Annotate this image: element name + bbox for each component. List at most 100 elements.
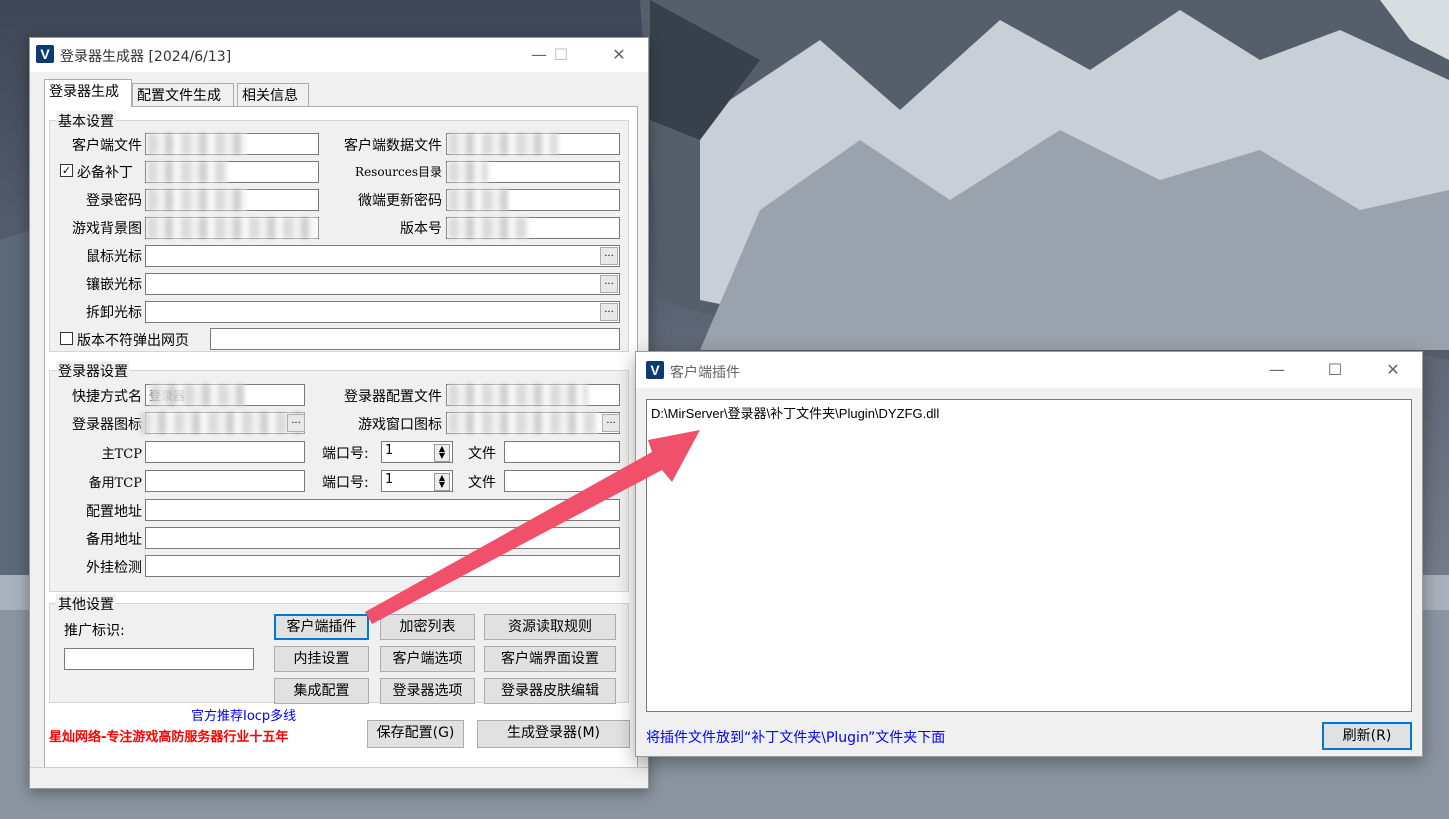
- close-icon[interactable]: ✕: [1370, 357, 1416, 383]
- save-config-button[interactable]: 保存配置(G): [367, 720, 464, 748]
- remove-cursor-browse-button[interactable]: ...: [600, 303, 618, 321]
- redacted-value: [448, 189, 508, 211]
- encrypt-list-button[interactable]: 加密列表: [380, 614, 475, 640]
- mouse-cursor-label: 鼠标光标: [86, 249, 142, 265]
- launcher-options-button[interactable]: 登录器选项: [380, 678, 475, 704]
- refresh-button[interactable]: 刷新(R): [1322, 722, 1412, 750]
- plugin-hint-text: 将插件文件放到“补丁文件夹\Plugin”文件夹下面: [646, 730, 946, 746]
- required-patch-checkbox[interactable]: ✓: [60, 164, 73, 177]
- login-password-label: 登录密码: [86, 193, 142, 209]
- stepper-arrows-icon[interactable]: ▲ ▼: [434, 444, 450, 462]
- tab-related-info[interactable]: 相关信息: [237, 83, 309, 107]
- promo-input[interactable]: [64, 648, 254, 670]
- redacted-value: [150, 384, 245, 406]
- version-mismatch-checkbox[interactable]: [60, 332, 73, 345]
- brand-text: 星灿网络-专注游戏高防服务器行业十五年: [49, 730, 289, 745]
- other-settings-title: 其他设置: [56, 594, 116, 614]
- tab-config-file-generate[interactable]: 配置文件生成: [132, 83, 234, 107]
- client-data-file-label: 客户端数据文件: [344, 138, 442, 154]
- main-tcp-label: 主TCP: [101, 447, 142, 462]
- resources-dir-label: Resources目录: [355, 165, 442, 179]
- resource-read-rules-button[interactable]: 资源读取规则: [484, 614, 616, 640]
- app-icon: V: [646, 361, 664, 379]
- main-file-label: 文件: [468, 446, 496, 462]
- basic-settings-group: 基本设置 客户端文件 客户端数据文件 ✓ 必备补丁 Resources目录 登录…: [49, 111, 629, 352]
- game-bg-label: 游戏背景图: [72, 221, 142, 237]
- maximize-icon[interactable]: ☐: [538, 42, 584, 68]
- main-file-input[interactable]: [504, 441, 620, 463]
- redacted-value: [448, 133, 558, 155]
- launcher-settings-title: 登录器设置: [56, 361, 130, 381]
- backup-port-stepper[interactable]: 1 ▲ ▼: [381, 470, 453, 492]
- client-plugin-button[interactable]: 客户端插件: [274, 614, 369, 640]
- generate-launcher-button[interactable]: 生成登录器(M): [477, 720, 630, 748]
- stepper-arrows-icon[interactable]: ▲ ▼: [434, 473, 450, 491]
- redacted-value: [147, 133, 247, 155]
- plugin-titlebar[interactable]: V 客户端插件 — ☐ ✕: [636, 352, 1422, 388]
- backup-addr-input[interactable]: [145, 527, 620, 549]
- redacted-value: [147, 217, 317, 239]
- main-tcp-input[interactable]: [145, 441, 305, 463]
- tab-launcher-generate[interactable]: 登录器生成: [44, 79, 132, 107]
- version-mismatch-url-input[interactable]: [210, 328, 620, 350]
- redacted-value: [448, 217, 528, 239]
- version-mismatch-label: 版本不符弹出网页: [77, 333, 189, 349]
- main-port-stepper[interactable]: 1 ▲ ▼: [381, 441, 453, 463]
- mouse-cursor-input[interactable]: [145, 245, 620, 267]
- redacted-value: [448, 161, 488, 183]
- list-item[interactable]: D:\MirServer\登录器\补丁文件夹\Plugin\DYZFG.dll: [651, 403, 1407, 422]
- plugin-check-label: 外挂检测: [86, 560, 142, 576]
- plugin-window: V 客户端插件 — ☐ ✕ D:\MirServer\登录器\补丁文件夹\Plu…: [635, 351, 1423, 757]
- remove-cursor-input[interactable]: [145, 301, 620, 323]
- backup-file-label: 文件: [468, 475, 496, 491]
- plugin-check-input[interactable]: [145, 555, 620, 577]
- recommend-link[interactable]: 官方推荐Iocp多线: [191, 705, 301, 724]
- status-bar: [30, 767, 648, 788]
- backup-file-input[interactable]: [504, 470, 620, 492]
- launcher-config-label: 登录器配置文件: [344, 389, 442, 405]
- mouse-cursor-browse-button[interactable]: ...: [600, 247, 618, 265]
- backup-tcp-input[interactable]: [145, 470, 305, 492]
- redacted-value: [147, 161, 227, 183]
- inlay-cursor-browse-button[interactable]: ...: [600, 275, 618, 293]
- redacted-value: [147, 189, 247, 211]
- remove-cursor-label: 拆卸光标: [86, 305, 142, 321]
- redacted-value: [448, 412, 598, 434]
- port-label: 端口号:: [322, 475, 369, 491]
- backup-tcp-label: 备用TCP: [88, 476, 142, 491]
- client-options-button[interactable]: 客户端选项: [380, 646, 475, 672]
- backup-addr-label: 备用地址: [86, 532, 142, 548]
- inlay-cursor-input[interactable]: [145, 273, 620, 295]
- plugin-listbox[interactable]: D:\MirServer\登录器\补丁文件夹\Plugin\DYZFG.dll: [646, 399, 1412, 712]
- launcher-skin-edit-button[interactable]: 登录器皮肤编辑: [484, 678, 616, 704]
- client-ui-settings-button[interactable]: 客户端界面设置: [484, 646, 616, 672]
- internal-hook-button[interactable]: 内挂设置: [274, 646, 369, 672]
- game-window-icon-browse-button[interactable]: ...: [602, 414, 620, 432]
- tab-panel: 基本设置 客户端文件 客户端数据文件 ✓ 必备补丁 Resources目录 登录…: [44, 106, 638, 772]
- maximize-icon[interactable]: ☐: [1312, 357, 1358, 383]
- shortcut-label: 快捷方式名: [72, 389, 142, 405]
- app-icon: V: [36, 45, 54, 63]
- backup-port-value: 1: [385, 472, 394, 487]
- launcher-icon-label: 登录器图标: [72, 417, 142, 433]
- plugin-window-title: 客户端插件: [670, 365, 740, 381]
- launcher-icon-browse-button[interactable]: ...: [287, 414, 305, 432]
- main-titlebar[interactable]: V 登录器生成器 [2024/6/13] — ☐ ✕: [30, 38, 648, 72]
- redacted-value: [448, 384, 588, 406]
- minimize-icon[interactable]: —: [1254, 357, 1300, 383]
- promo-label: 推广标识:: [64, 623, 125, 639]
- launcher-settings-group: 登录器设置 快捷方式名 登录器 登录器配置文件 登录器图标 ... 游戏窗口图标…: [49, 361, 629, 592]
- close-icon[interactable]: ✕: [596, 42, 642, 68]
- integrated-config-button[interactable]: 集成配置: [274, 678, 369, 704]
- basic-settings-title: 基本设置: [56, 111, 116, 131]
- client-file-label: 客户端文件: [72, 138, 142, 154]
- window-title: 登录器生成器 [2024/6/13]: [60, 49, 232, 65]
- config-addr-input[interactable]: [145, 499, 620, 521]
- inlay-cursor-label: 镶嵌光标: [86, 277, 142, 293]
- port-label: 端口号:: [322, 446, 369, 462]
- game-window-icon-label: 游戏窗口图标: [358, 417, 442, 433]
- version-label: 版本号: [400, 221, 442, 237]
- required-patch-label: 必备补丁: [77, 165, 133, 181]
- main-port-value: 1: [385, 443, 394, 458]
- other-settings-group: 其他设置 推广标识: 客户端插件 加密列表 资源读取规则 内挂设置 客户端选项 …: [49, 594, 629, 704]
